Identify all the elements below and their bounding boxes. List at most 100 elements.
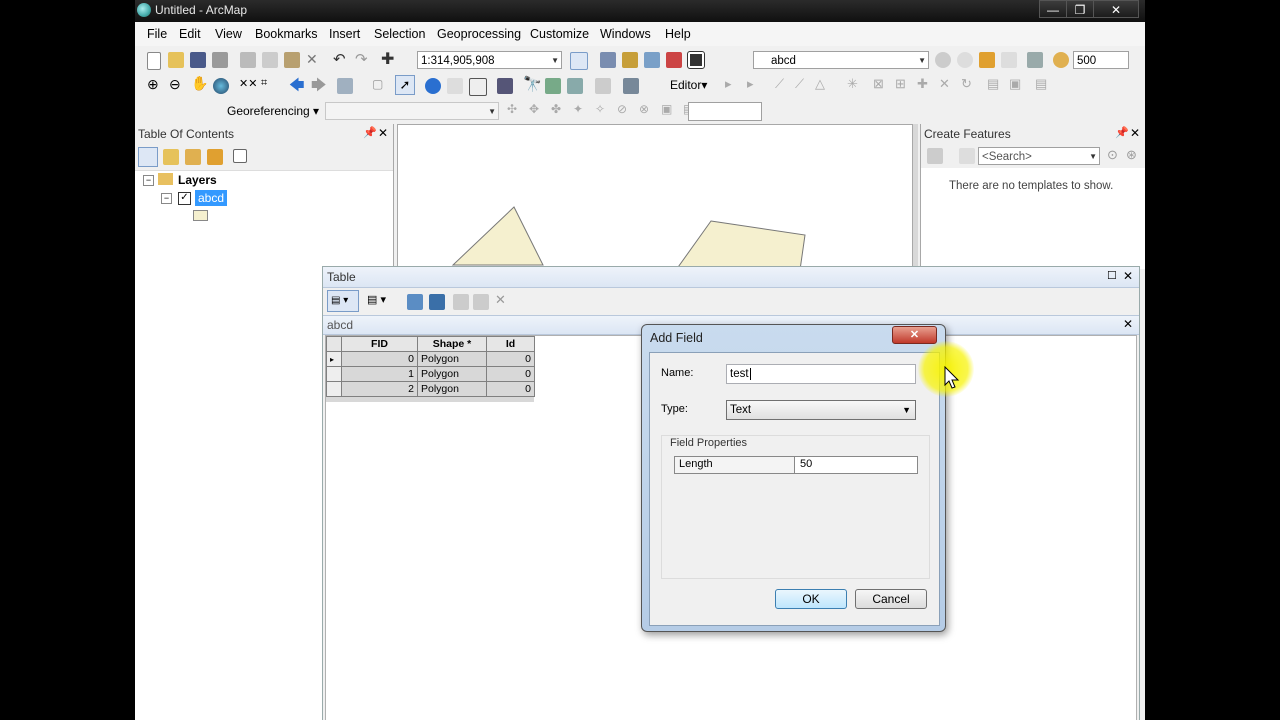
delete-link-icon[interactable]: ⊗ [639,102,649,116]
zoom-to-selected-icon[interactable] [473,294,489,310]
full-extent-icon[interactable] [213,78,229,94]
select-link-icon[interactable]: ✧ [595,102,605,116]
georef-transform-field[interactable] [688,102,762,121]
cell-fid[interactable]: 2 [341,381,418,397]
forward-extent-icon[interactable]: 🡆 [311,75,327,100]
cell-id[interactable]: 0 [486,366,535,382]
save-icon[interactable] [190,52,206,68]
split-icon[interactable]: ✕ [939,76,950,92]
select-elements-icon[interactable]: ➚ [395,75,415,95]
cell-shape[interactable]: Polygon [417,381,487,397]
zoom-in-icon[interactable]: ⊕ [147,76,159,93]
menu-selection[interactable]: Selection [374,27,425,41]
python-window-icon[interactable] [687,51,705,69]
cell-shape[interactable]: Polygon [417,366,487,382]
zoom-out-icon[interactable]: ⊖ [169,76,181,93]
editor-menu[interactable]: Editor▾ [670,78,707,92]
options-icon[interactable] [233,149,247,163]
attributes-icon[interactable]: ▤ [987,76,999,92]
table-row[interactable]: 1 Polygon 0 [326,366,535,382]
cut-polygons-icon[interactable]: ✚ [917,76,928,92]
switch-selection-icon[interactable] [429,294,445,310]
cancel-button[interactable]: Cancel [855,589,927,609]
cell-fid[interactable]: 0 [341,351,418,367]
menu-bookmarks[interactable]: Bookmarks [255,27,318,41]
polygon-feature-2[interactable] [675,220,806,270]
fixed-zoom-in-icon[interactable]: ✕✕ [239,77,257,90]
cell-shape[interactable]: Polygon [417,351,487,367]
layers-root-label[interactable]: Layers [178,173,217,187]
table-row[interactable]: ▸ 0 Polygon 0 [326,351,535,367]
map-scale-combo[interactable]: 1:314,905,908 ▼ [417,51,562,69]
collapse-layer-icon[interactable]: − [161,193,172,204]
new-document-icon[interactable] [147,52,161,70]
layer-visibility-checkbox[interactable]: ✓ [178,192,191,205]
pan-icon[interactable]: ✋ [191,75,208,92]
edit-tool-icon[interactable]: ▸ [725,76,732,92]
list-by-visibility-icon[interactable] [185,149,201,165]
arctoolbox-icon[interactable] [666,52,682,68]
close-icon[interactable]: ✕ [1123,317,1133,331]
rotate-georef-icon[interactable]: ✣ [507,102,517,116]
swipe-icon[interactable] [979,52,995,68]
type-select[interactable]: Text ▼ [726,400,916,420]
cell-fid[interactable]: 1 [341,366,418,382]
table-of-contents-icon[interactable] [600,52,616,68]
maximize-icon[interactable]: ☐ [1107,269,1117,282]
redo-icon[interactable]: ↷ [355,50,368,68]
end-point-arc-icon[interactable]: ⟋ [795,76,804,92]
rotate-icon[interactable]: ↻ [961,76,972,92]
edit-annotation-icon[interactable]: ▸ [747,76,754,92]
search-window-icon[interactable] [644,52,660,68]
open-folder-icon[interactable] [168,52,184,68]
menu-windows[interactable]: Windows [600,27,651,41]
copy-icon[interactable] [262,52,278,68]
polygon-symbol-swatch[interactable] [193,210,208,221]
editor-toolbar-icon[interactable] [570,52,588,70]
add-data-icon[interactable]: ✚ [381,49,394,69]
search-icon[interactable]: ⊙ [1107,147,1118,163]
hyperlink-icon[interactable] [447,78,463,94]
map-splitter[interactable] [913,124,918,269]
list-by-selection-icon[interactable] [207,149,223,165]
straight-segment-icon[interactable]: ⟋ [775,76,784,92]
table-row[interactable]: 2 Polygon 0 [326,381,535,397]
table-tab-abcd[interactable]: abcd [327,318,353,332]
menu-customize[interactable]: Customize [530,27,589,41]
layer-abcd-label[interactable]: abcd [195,190,228,206]
ok-button[interactable]: OK [775,589,847,609]
layer-select-combo[interactable]: abcd ▼ [753,51,929,69]
delete-icon[interactable]: ✕ [306,51,318,68]
scale-value-field[interactable]: 500 [1073,51,1129,69]
collapse-layers-icon[interactable]: − [143,175,154,186]
select-by-attributes-icon[interactable] [407,294,423,310]
pin-icon[interactable]: 📌 [363,126,377,139]
paste-icon[interactable] [284,52,300,68]
close-icon[interactable]: ✕ [1130,126,1140,140]
georeferencing-menu[interactable]: Georeferencing ▾ [227,104,319,118]
go-to-xy-icon[interactable] [567,78,583,94]
cell-id[interactable]: 0 [486,351,535,367]
zoom-to-link-icon[interactable]: ⊘ [617,102,627,116]
point-icon[interactable]: ✳ [847,76,858,92]
measure-icon[interactable] [497,78,513,94]
list-by-source-icon[interactable] [163,149,179,165]
back-extent-icon[interactable]: 🡄 [289,75,305,100]
filter-icon[interactable]: ⊛ [1126,147,1137,163]
table-options-icon[interactable]: ▤ ▾ [327,290,359,312]
delete-selected-icon[interactable]: ✕ [495,292,506,308]
identify-icon[interactable] [425,78,441,94]
map-view[interactable] [397,124,913,271]
georef-layer-combo[interactable]: ▼ [325,102,499,120]
html-popup-icon[interactable] [469,78,487,96]
sketch-properties-icon[interactable]: ▣ [1009,76,1021,92]
column-header-fid[interactable]: FID [341,336,418,352]
close-window-button[interactable]: ✕ [1093,0,1139,18]
column-header-id[interactable]: Id [486,336,535,352]
row-selector[interactable] [326,366,342,382]
dialog-close-button[interactable]: ✕ [892,326,937,344]
add-control-points-icon[interactable]: ✦ [573,102,583,116]
select-features-icon[interactable] [337,78,353,94]
effects-icon[interactable] [935,52,951,68]
menu-file[interactable]: File [147,27,167,41]
